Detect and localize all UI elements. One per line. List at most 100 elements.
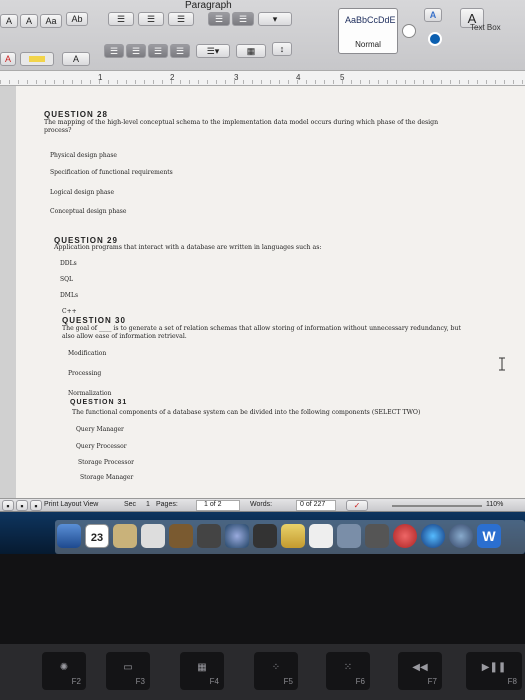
highlight-swatch-icon	[29, 56, 45, 62]
answer-option[interactable]: Logical design phase	[50, 189, 114, 196]
textedit-icon[interactable]	[309, 524, 333, 548]
finder-icon[interactable]	[57, 524, 81, 548]
question-text: The goal of ____ is to generate a set of…	[62, 325, 461, 340]
photo-booth-icon[interactable]	[169, 524, 193, 548]
section-label: Sec	[124, 501, 137, 508]
increase-indent-icon[interactable]: ☰	[232, 12, 254, 26]
grow-font-button[interactable]: A	[0, 14, 18, 28]
key-f5: ⁘ F5	[254, 652, 298, 690]
style-scroll-icon[interactable]	[402, 24, 416, 38]
change-case-button[interactable]: Aa	[40, 14, 62, 28]
print-layout-view-icon[interactable]: ▪	[30, 500, 42, 511]
styles-pane-icon[interactable]	[428, 32, 442, 46]
key-label: F2	[71, 677, 81, 686]
notes-icon[interactable]	[113, 524, 137, 548]
style-name-label: Normal	[355, 40, 381, 49]
words-label: Words:	[250, 501, 273, 508]
align-left-icon[interactable]: ☰	[104, 44, 124, 58]
horizontal-ruler[interactable]: 1 2 3 4 5	[0, 70, 525, 86]
answer-option[interactable]: Processing	[68, 370, 101, 377]
document-page[interactable]: QUESTION 28 The mapping of the high-leve…	[16, 86, 525, 498]
ruler-number: 4	[296, 73, 301, 82]
line-spacing-icon[interactable]: ☰▾	[196, 44, 230, 58]
shrink-font-button[interactable]: A	[20, 14, 38, 28]
document-workspace[interactable]: QUESTION 28 The mapping of the high-leve…	[0, 86, 525, 498]
answer-option[interactable]: DMLs	[60, 292, 78, 299]
answer-option[interactable]: Query Processor	[76, 443, 127, 450]
draft-view-icon[interactable]: ▪	[2, 500, 14, 511]
question-heading: QUESTION 30	[62, 316, 126, 325]
highlight-color-button[interactable]	[20, 52, 54, 66]
answer-option[interactable]: Query Manager	[76, 426, 124, 433]
answer-option[interactable]: Conceptual design phase	[50, 208, 126, 215]
answer-option[interactable]: SQL	[60, 276, 73, 283]
app-store-icon[interactable]	[421, 524, 445, 548]
key-f6: ⁙ F6	[326, 652, 370, 690]
photos-icon[interactable]	[253, 524, 277, 548]
shading-dropdown-icon[interactable]: ▾	[258, 12, 292, 26]
view-mode-label: Print Layout View	[44, 501, 99, 508]
key-label: F3	[135, 677, 145, 686]
key-label: F4	[209, 677, 219, 686]
music-icon[interactable]	[225, 524, 249, 548]
mission-control-icon: ▭	[123, 662, 133, 673]
keynote-icon[interactable]	[365, 524, 389, 548]
text-effects-button[interactable]: A	[62, 52, 90, 66]
ruler-number: 5	[340, 73, 345, 82]
answer-option[interactable]: C++	[62, 308, 77, 315]
style-gallery-normal[interactable]: AaBbCcDdE Normal	[338, 8, 398, 54]
borders-icon[interactable]: ▦	[236, 44, 266, 58]
calendar-icon[interactable]: 23	[85, 524, 109, 548]
text-effects-large-icon[interactable]: A	[424, 8, 442, 22]
text-box-label: Text Box	[470, 23, 501, 32]
answer-option[interactable]: Normalization	[68, 390, 111, 397]
multilevel-list-icon[interactable]: ☰	[168, 12, 194, 26]
answer-option[interactable]: Specification of functional requirements	[50, 169, 173, 176]
key-f7: ◀◀ F7	[398, 652, 442, 690]
brightness-up-icon: ✺	[59, 662, 69, 673]
question-heading: QUESTION 31	[70, 399, 128, 406]
align-center-icon[interactable]: ☰	[126, 44, 146, 58]
zoom-slider[interactable]	[392, 505, 482, 507]
status-bar: ▪ ▪ ▪ Print Layout View Sec 1 Pages: 1 o…	[0, 498, 525, 512]
system-preferences-icon[interactable]	[449, 524, 473, 548]
answer-option[interactable]: Storage Processor	[78, 459, 134, 466]
launchpad-icon: ▦	[197, 662, 207, 673]
decrease-indent-icon[interactable]: ☰	[208, 12, 230, 26]
justify-icon[interactable]: ☰	[170, 44, 190, 58]
pages-value: 1 of 2	[204, 501, 222, 508]
sort-icon[interactable]: ↕	[272, 42, 292, 56]
answer-option[interactable]: Modification	[68, 350, 106, 357]
ruler-number: 1	[98, 73, 103, 82]
answer-option[interactable]: Storage Manager	[80, 474, 133, 481]
keyboard-backlight-down-icon: ⁘	[271, 662, 281, 673]
ruler-number: 2	[170, 73, 175, 82]
ibooks-icon[interactable]	[281, 524, 305, 548]
contacts-icon[interactable]	[141, 524, 165, 548]
bullets-icon[interactable]: ☰	[108, 12, 134, 26]
laptop-bezel	[0, 554, 525, 644]
question-text: The functional components of a database …	[72, 409, 421, 416]
key-f4: ▦ F4	[180, 652, 224, 690]
numbering-icon[interactable]: ☰	[138, 12, 164, 26]
spell-check-icon[interactable]: ✓	[346, 500, 368, 511]
facetime-icon[interactable]	[197, 524, 221, 548]
key-label: F8	[507, 677, 517, 686]
zoom-level[interactable]: 110%	[486, 501, 503, 508]
align-right-icon[interactable]: ☰	[148, 44, 168, 58]
style-sample-text: AaBbCcDdE	[345, 15, 396, 25]
clear-formatting-button[interactable]: Ab	[66, 12, 88, 26]
word-app-icon[interactable]: W	[477, 524, 501, 548]
music-app-icon[interactable]	[393, 524, 417, 548]
spell-check-mark-icon: ✓	[353, 501, 361, 510]
answer-option[interactable]: DDLs	[60, 260, 77, 267]
key-f2: ✺ F2	[42, 652, 86, 690]
answer-option[interactable]: Physical design phase	[50, 152, 117, 159]
paragraph-group-label: Paragraph	[185, 0, 232, 11]
question-heading: QUESTION 28	[44, 110, 108, 119]
outline-view-icon[interactable]: ▪	[16, 500, 28, 511]
font-color-button[interactable]: A	[0, 52, 16, 66]
dock: 23 W	[55, 520, 525, 554]
question-text: Application programs that interact with …	[54, 244, 322, 251]
preview-icon[interactable]	[337, 524, 361, 548]
